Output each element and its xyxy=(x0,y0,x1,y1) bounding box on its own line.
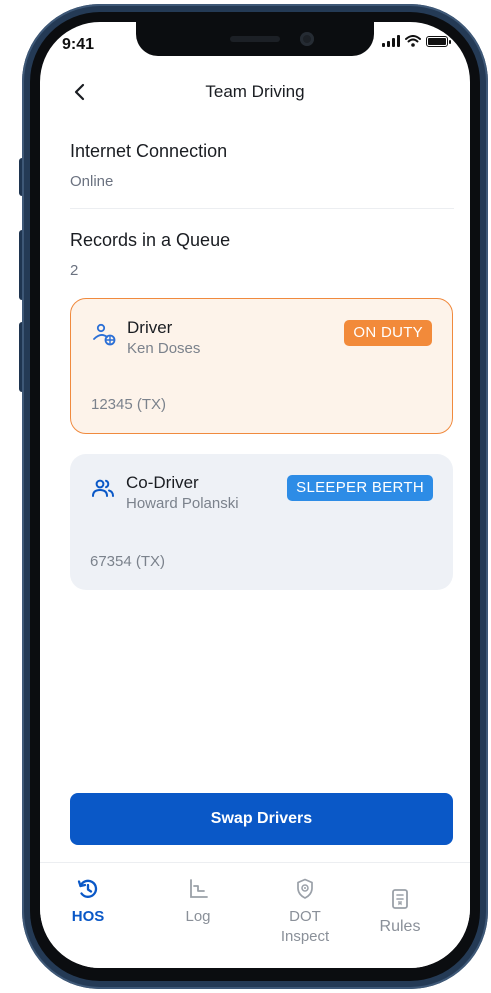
inspect-icon xyxy=(297,878,313,899)
speaker xyxy=(230,36,280,42)
swap-drivers-button[interactable]: Swap Drivers xyxy=(70,793,453,845)
driver-name: Ken Doses xyxy=(127,340,201,357)
status-badge: ON DUTY xyxy=(344,320,432,346)
co-driver-icon xyxy=(92,479,114,497)
header: Team Driving xyxy=(40,78,470,108)
notch xyxy=(136,22,374,56)
app-screen: 9:41 Team Driving Internet Connection On… xyxy=(40,22,470,968)
status-badge: SLEEPER BERTH xyxy=(287,475,433,501)
wifi-icon xyxy=(405,35,421,47)
co-driver-name: Howard Polanski xyxy=(126,495,239,512)
internet-connection-value: Online xyxy=(70,173,114,190)
history-icon xyxy=(77,879,98,898)
driver-icon xyxy=(93,323,116,346)
status-time: 9:41 xyxy=(62,36,95,53)
tab-label: HOS xyxy=(71,908,105,925)
internet-connection-label: Internet Connection xyxy=(70,141,228,161)
records-queue-value: 2 xyxy=(70,262,79,279)
tab-label: DOT Inspect xyxy=(280,908,330,945)
page-title: Team Driving xyxy=(205,82,305,101)
tab-rules[interactable]: Rules xyxy=(365,887,435,937)
co-driver-role: Co-Driver xyxy=(126,473,199,492)
tab-label: Rules xyxy=(379,918,421,935)
co-driver-card[interactable]: Co-Driver Howard Polanski SLEEPER BERTH … xyxy=(70,454,453,590)
co-driver-license: 67354 (TX) xyxy=(90,553,166,570)
tab-dot-inspect[interactable]: DOT Inspect xyxy=(270,877,340,947)
status-icons xyxy=(382,35,451,47)
bottom-tab-bar: HOS Log DOT Inspect Rules xyxy=(40,862,470,968)
divider xyxy=(70,208,454,209)
log-chart-icon xyxy=(190,879,208,898)
driver-card[interactable]: Driver Ken Doses ON DUTY 12345 (TX) xyxy=(70,298,453,434)
tab-label: Log xyxy=(185,908,211,925)
driver-role: Driver xyxy=(127,318,173,337)
camera xyxy=(300,32,314,46)
records-queue-label: Records in a Queue xyxy=(70,230,231,250)
rules-icon xyxy=(392,889,408,909)
driver-license: 12345 (TX) xyxy=(91,396,167,413)
battery-icon xyxy=(426,35,451,47)
tab-log[interactable]: Log xyxy=(163,877,233,927)
cellular-signal-icon xyxy=(382,35,400,47)
tab-hos[interactable]: HOS xyxy=(53,877,123,927)
